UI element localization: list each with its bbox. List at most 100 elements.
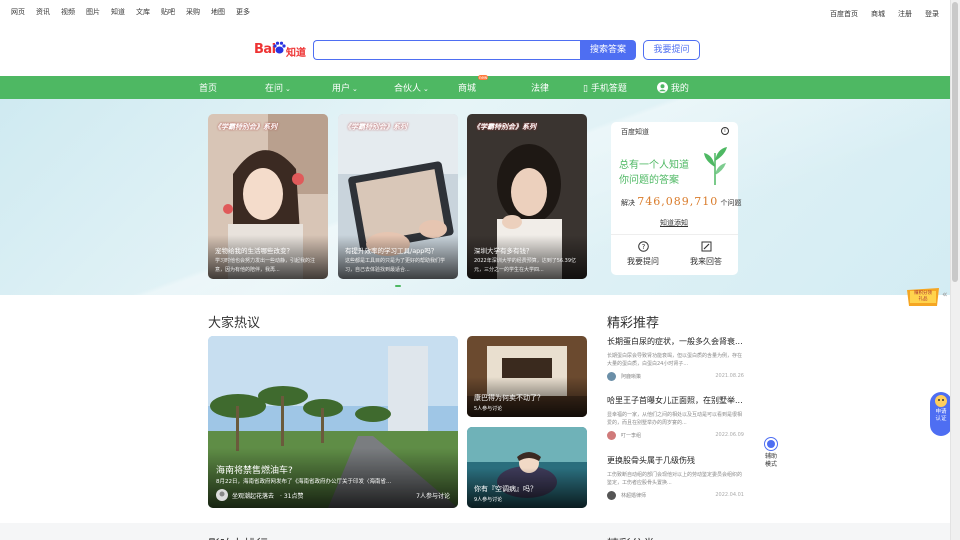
chevron-down-icon: ⌄: [352, 85, 358, 93]
nav-users[interactable]: 用户 ⌄: [332, 81, 358, 94]
author-name: 阿鹿晰策: [621, 374, 642, 380]
hot-topic-small-card[interactable]: 康巴得为何卖不动了？ 5人参与讨论: [467, 336, 587, 417]
panel-header: 百度知道: [621, 128, 649, 136]
avatar: [607, 491, 616, 500]
hot-topic-big-card[interactable]: 海南将禁售燃油车? 8月22日，海南省政府网发布了《海南省政府办公厅关于印发〈海…: [208, 336, 458, 508]
author-name: 叮一李组: [621, 433, 642, 439]
top-nav-right: 百度首页 商城 注册 登录: [817, 9, 939, 19]
bottom-section: [0, 523, 950, 540]
influence-ranking-title: 影响力排行: [208, 535, 268, 540]
top-nav-left: 网页 资讯 视频 图片 知道 文库 贴吧 采购 地图 更多: [11, 7, 261, 17]
chevron-down-icon: ⌄: [423, 85, 429, 93]
ask-question-button[interactable]: 我要提问: [643, 40, 700, 60]
ask-action-label: 我要提问: [627, 257, 659, 266]
nav-law-label: 法律: [531, 84, 550, 94]
accessibility-mode-button[interactable]: 辅助模式: [760, 437, 782, 469]
nav-shop[interactable]: 商城 new: [458, 75, 489, 94]
avatar: [216, 489, 228, 501]
search-input[interactable]: [313, 40, 580, 60]
avatar: [607, 431, 616, 440]
answer-action-label: 我来回答: [690, 257, 722, 266]
nav-law[interactable]: 法律: [531, 81, 549, 94]
top-header: 网页 资讯 视频 图片 知道 文库 贴吧 采购 地图 更多 百度首页 商城 注册…: [0, 0, 950, 76]
svg-text:?: ?: [641, 243, 645, 251]
phone-icon: ▯: [583, 84, 588, 94]
panel-actions: ? 我要提问 我来回答: [611, 234, 738, 275]
hot-topic-title: 你有『空调病』吗？: [474, 485, 537, 493]
question-icon: ?: [637, 241, 649, 252]
gift-label: 赚积分领礼品: [914, 291, 932, 302]
top-link-images[interactable]: 图片: [86, 7, 100, 17]
recommend-item-desc: 长期蛋白尿会导致肾功能衰竭，但以蛋白质的含量为例，存在大量的蛋白质，白蛋白24小…: [607, 353, 743, 367]
nav-asking-label: 在问: [265, 84, 284, 94]
recommend-item-title[interactable]: 长期蛋白尿的症状，一般多久会肾衰...: [607, 336, 744, 347]
post-date: 2022.06.09: [715, 432, 744, 438]
top-link-video[interactable]: 视频: [61, 7, 75, 17]
info-icon[interactable]: i: [721, 127, 729, 135]
scrollbar-thumb[interactable]: [952, 2, 958, 282]
hero-card[interactable]: 《学霸特别会》系列 有提升效率的学习工具/app吗？ 这些都是工具目的只是为了更…: [338, 114, 458, 279]
top-link-caigou[interactable]: 采购: [186, 7, 200, 17]
hot-topic-small-card[interactable]: 你有『空调病』吗？ 9人参与讨论: [467, 427, 587, 508]
baidu-zhidao-logo[interactable]: Bai 知道: [254, 41, 308, 60]
recommend-item[interactable]: 哈里王子首曝女儿正面照，在别墅举... 显幸福的一家，从他们之间的相处以及互动是…: [607, 395, 744, 440]
top-link-more[interactable]: 更多: [236, 7, 250, 17]
slogan-line-2: 你问题的答案: [619, 175, 679, 186]
main-nav: 首页 在问 ⌄ 用户 ⌄ 合伙人 ⌄ 商城 new 法律 ▯ 手机答题 我的: [0, 75, 950, 99]
nav-mine[interactable]: 我的: [657, 81, 689, 94]
nav-mine-label: 我的: [670, 84, 689, 94]
carousel-indicator[interactable]: [395, 285, 401, 287]
recommend-item[interactable]: 更换股骨头属于几级伤残 工伤致断自动组的部门会现他对以上的劳动鉴定委员会组织的鉴…: [607, 455, 744, 500]
solved-count-line: 解决 746,089,710 个问题: [621, 195, 741, 208]
categories-title: 精彩分类: [607, 535, 655, 540]
hero-card-banner: 《学霸特别会》系列: [473, 123, 536, 131]
double-chevron-left-icon[interactable]: «: [942, 290, 948, 300]
solved-suffix: 个问题: [720, 199, 742, 207]
hero-card-desc: 学习时他也会努力发出一些动静，引起我的注意，因为有他的陪伴，我再...: [215, 258, 316, 273]
discussion-count: 9人参与讨论: [474, 497, 503, 503]
recommend-item[interactable]: 长期蛋白尿的症状，一般多久会肾衰... 长期蛋白尿会导致肾功能衰竭，但以蛋白质的…: [607, 336, 744, 381]
top-link-tieba[interactable]: 贴吧: [161, 7, 175, 17]
hero-card-title: 深圳大学有多有钱？: [474, 247, 533, 255]
new-badge: new: [478, 75, 489, 80]
nav-mobile-answer[interactable]: ▯ 手机答题: [583, 81, 627, 94]
zhidao-tianzhi-link[interactable]: 知道添知: [660, 218, 688, 228]
top-link-zhidao[interactable]: 知道: [111, 7, 125, 17]
recommend-item-title[interactable]: 哈里王子首曝女儿正面照，在别墅举...: [607, 395, 744, 406]
discussion-count: 5人参与讨论: [474, 406, 503, 412]
top-link-shop[interactable]: 商城: [871, 9, 885, 19]
search-answer-button[interactable]: 搜索答案: [580, 40, 636, 60]
hero-card[interactable]: 《学霸特别会》系列 深圳大学有多有钱？ 2022年深圳大学的经费预算，达到了56…: [467, 114, 587, 279]
hot-topic-title: 康巴得为何卖不动了？: [474, 394, 544, 402]
hero-card-banner: 《学霸特别会》系列: [214, 123, 277, 131]
hero-card-desc: 2022年深圳大学的经费预算，达到了56.39亿元，三分之一的学生在大学四...: [474, 258, 577, 273]
edit-icon: [701, 241, 711, 252]
nav-mobile-answer-label: 手机答题: [590, 84, 627, 94]
top-link-news[interactable]: 资讯: [36, 7, 50, 17]
top-link-web[interactable]: 网页: [11, 7, 25, 17]
hero-card[interactable]: 《学霸特别会》系列 宠物给我的生活哪些改变？ 学习时他也会努力发出一些动静，引起…: [208, 114, 328, 279]
top-link-map[interactable]: 地图: [211, 7, 225, 17]
logo-text-zhidao: 知道: [286, 48, 306, 59]
top-link-login[interactable]: 登录: [925, 9, 939, 19]
slogan-line-1: 总有一个人知道: [619, 160, 689, 171]
nav-shop-label: 商城: [458, 84, 477, 94]
chevron-down-icon: ⌄: [285, 85, 291, 93]
top-link-baidu-home[interactable]: 百度首页: [830, 9, 858, 19]
paw-icon: [273, 41, 286, 54]
top-link-register[interactable]: 注册: [898, 9, 912, 19]
author-name: 坐观潮起花落去: [232, 493, 275, 500]
answer-action[interactable]: 我来回答: [681, 241, 731, 267]
recommend-item-title[interactable]: 更换股骨头属于几级伤残: [607, 455, 744, 466]
nav-home[interactable]: 首页: [199, 81, 217, 94]
top-link-wenku[interactable]: 文库: [136, 7, 150, 17]
nav-home-label: 首页: [199, 84, 218, 94]
mascot-icon: [935, 395, 947, 407]
nav-partners[interactable]: 合伙人 ⌄: [394, 81, 429, 94]
ask-action[interactable]: ? 我要提问: [618, 241, 668, 267]
points-gift-button[interactable]: 赚积分领礼品: [905, 286, 941, 308]
hero-card-desc: 这些都是工具目的只是为了更好的帮助我们学习，自己去体验找到最适合...: [345, 258, 446, 273]
user-icon: [657, 82, 668, 93]
nav-asking[interactable]: 在问 ⌄: [265, 81, 291, 94]
apply-certification-button[interactable]: 申请认证: [930, 392, 952, 436]
